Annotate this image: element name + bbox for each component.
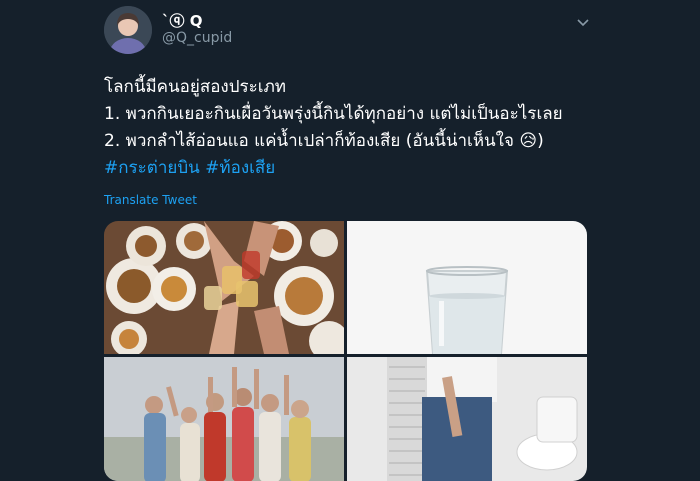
media-grid [104, 221, 587, 481]
user-handle[interactable]: @Q_cupid [162, 30, 232, 46]
tweet-text: โลกนี้มีคนอยู่สองประเภท 1. พวกกินเยอะกิน… [104, 74, 604, 182]
person-bathroom-photo[interactable] [347, 357, 587, 481]
avatar[interactable] [104, 6, 152, 54]
glass-of-water-photo[interactable] [347, 221, 587, 354]
tweet-line: 1. พวกกินเยอะกินเผื่อวันพรุ่งนี้กินได้ทุ… [104, 104, 563, 124]
tweet-line: โลกนี้มีคนอยู่สองประเภท [104, 77, 286, 97]
food-table-photo[interactable] [104, 221, 344, 354]
group-celebrating-photo[interactable] [104, 357, 344, 481]
translate-tweet-link[interactable]: Translate Tweet [104, 193, 197, 207]
tweet-line: 2. พวกลำไส้อ่อนแอ แค่น้ำเปล่าก็ท้องเสีย … [104, 131, 544, 151]
chevron-down-icon[interactable] [575, 14, 591, 30]
hashtag-links[interactable]: #กระต่ายบิน #ท้องเสีย [104, 155, 604, 182]
display-name[interactable]: `ⓠ Q [162, 10, 202, 31]
